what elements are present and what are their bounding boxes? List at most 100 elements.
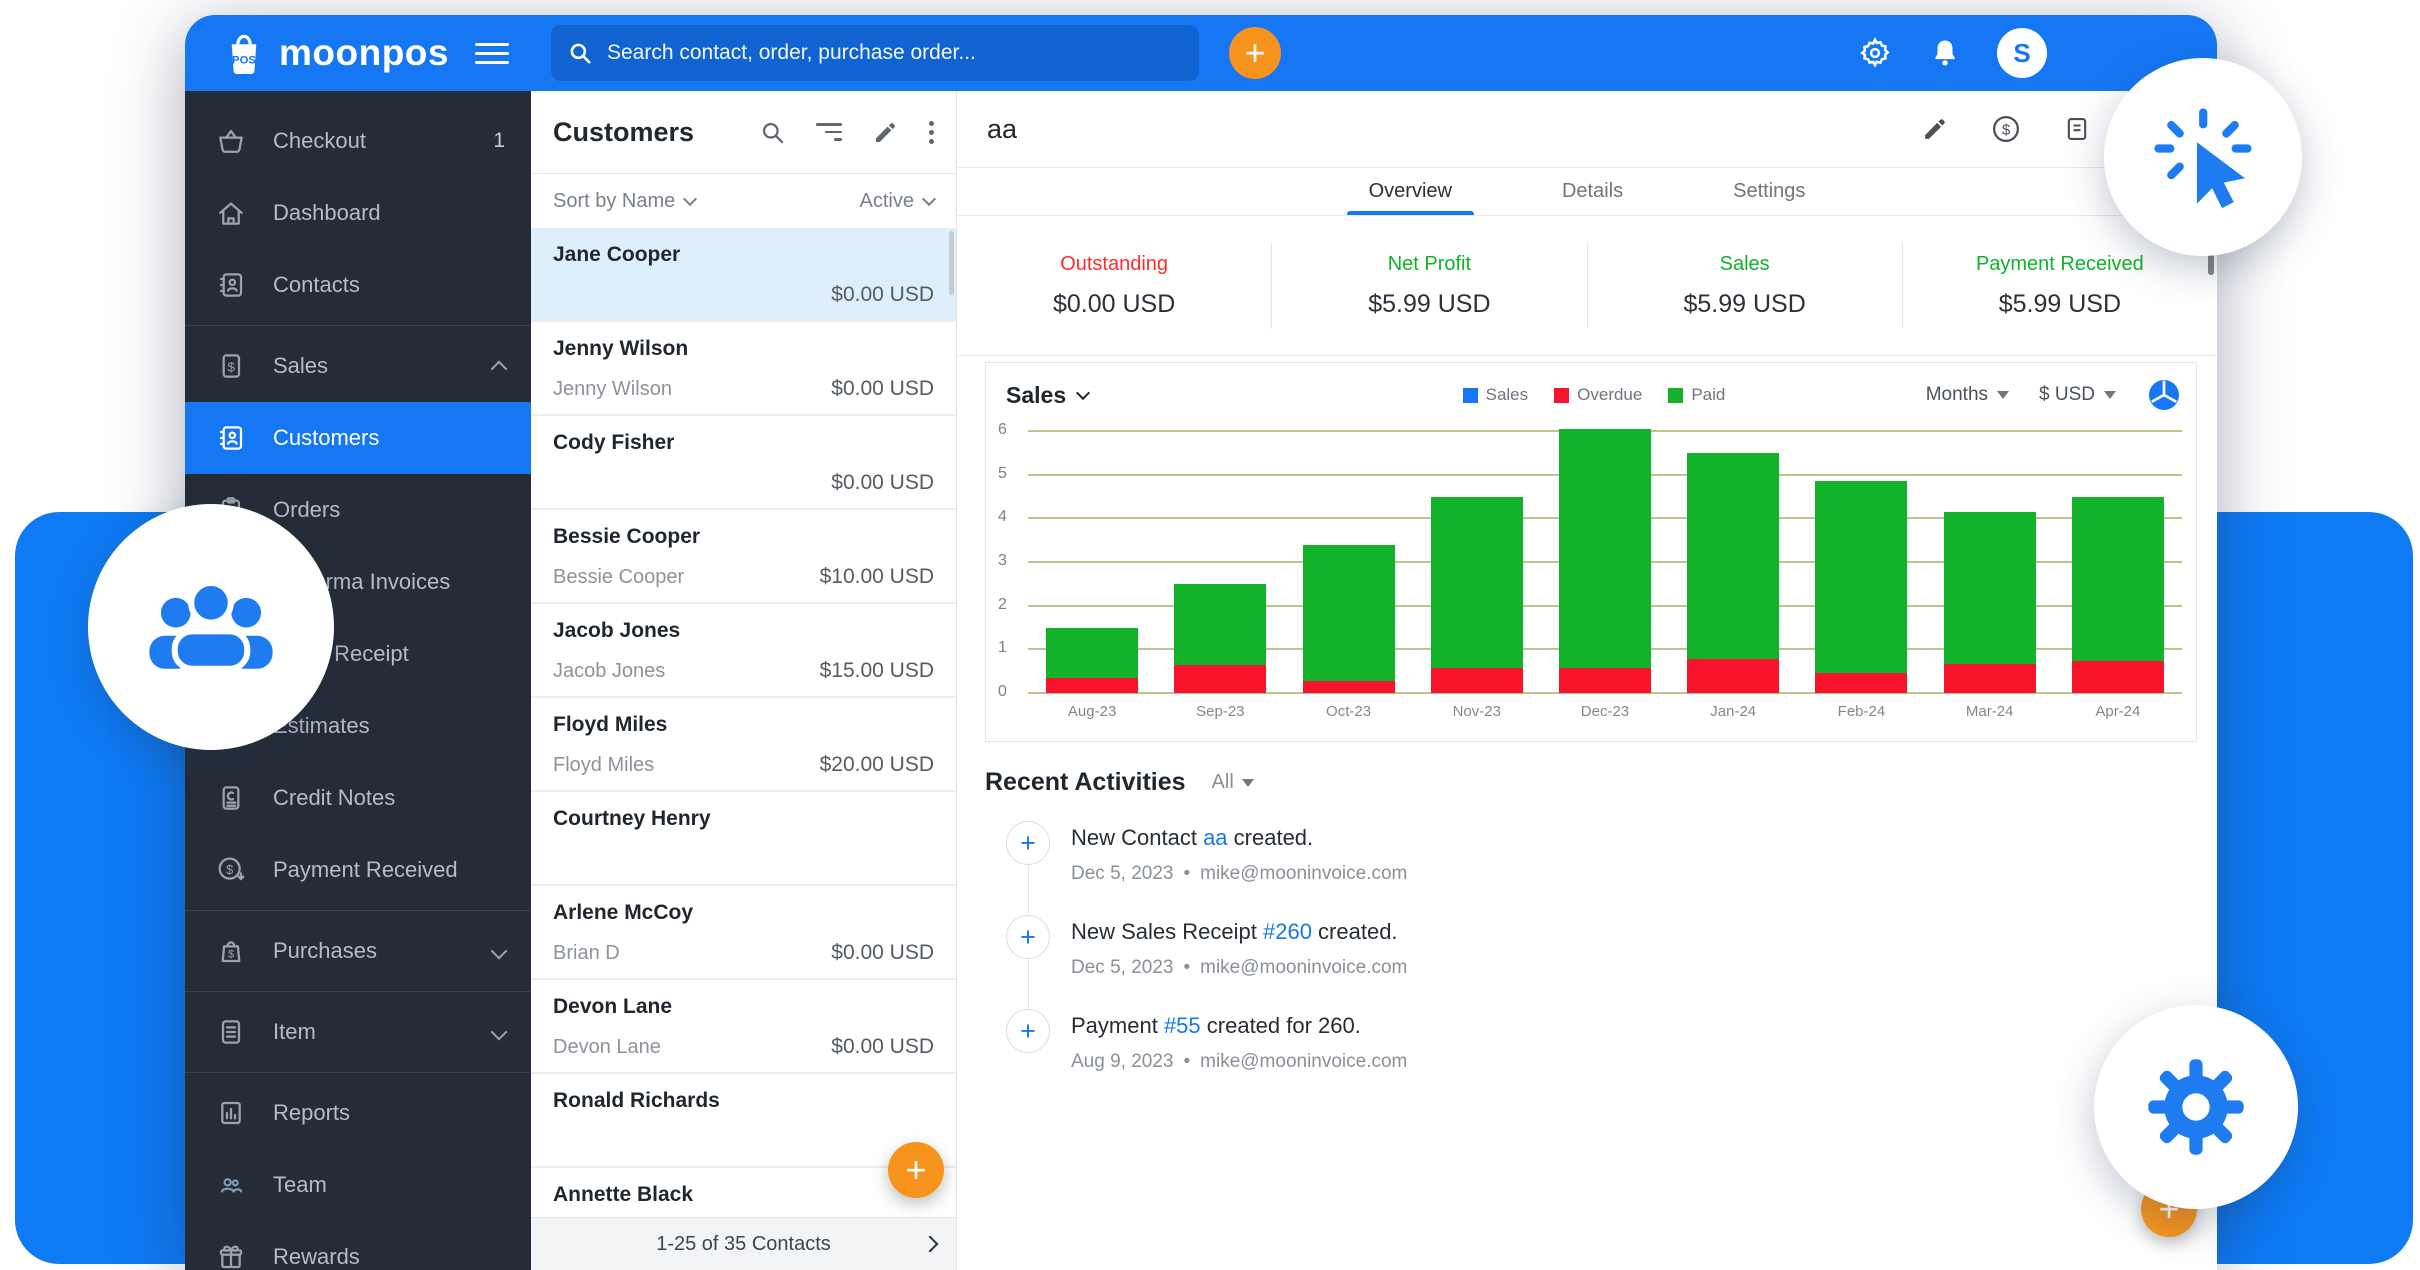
activity-title: New Contact aa created. [1071,825,1407,851]
stat-label: Payment Received [1903,253,2217,276]
customer-row[interactable]: Courtney Henry [531,792,956,886]
pos-bag-icon: POS [223,30,265,76]
legend-item-overdue[interactable]: Overdue [1554,385,1642,405]
stat-value: $5.99 USD [1903,290,2217,319]
home-icon [215,197,247,229]
customer-row[interactable]: Jenny WilsonJenny Wilson$0.00 USD [531,322,956,416]
activities-filter-dropdown[interactable]: All [1212,771,1254,794]
x-axis-label: Apr-24 [2054,703,2182,720]
svg-text:POS: POS [232,55,256,67]
pagination-bar[interactable]: 1-25 of 35 Contacts [531,1217,956,1270]
stacked-bar [1944,512,2036,693]
more-options-icon[interactable] [929,117,934,148]
paid-segment [1559,429,1651,668]
list-search-icon[interactable] [759,119,786,146]
stacked-bar [1815,481,1907,693]
legend-swatch [1463,388,1478,403]
global-search[interactable] [551,25,1199,81]
app-title: moonpos [279,32,449,74]
paid-segment [1431,497,1523,669]
activity-plus-icon[interactable]: + [1006,915,1050,959]
activity-title: New Sales Receipt #260 created. [1071,919,1407,945]
gear-overlay-circle [2094,1005,2298,1209]
sidebar-item-team[interactable]: Team [185,1149,531,1221]
chart-type-dropdown[interactable]: Sales [1006,382,1088,409]
sidebar-item-credit-notes[interactable]: Credit Notes [185,762,531,834]
user-avatar[interactable]: S [1997,28,2047,78]
sidebar-item-label: Dashboard [273,200,381,226]
activity-link[interactable]: aa [1203,825,1227,850]
sidebar-divider [185,991,531,992]
sort-dropdown[interactable]: Sort by Name [553,190,695,213]
customer-name: Cody Fisher [553,431,934,455]
payment-received-icon: $ [215,854,247,886]
stat-outstanding: Outstanding$0.00 USD [957,243,1271,329]
customer-name: Devon Lane [553,995,934,1019]
status-filter-dropdown[interactable]: Active [860,190,934,213]
statement-icon[interactable] [2063,115,2091,143]
activity-plus-icon[interactable]: + [1006,821,1050,865]
activity-link[interactable]: #55 [1164,1013,1201,1038]
y-axis-tick: 4 [998,508,1018,526]
customer-name: Floyd Miles [553,713,934,737]
customer-row[interactable]: Jacob JonesJacob Jones$15.00 USD [531,604,956,698]
edit-pencil-icon[interactable] [872,119,899,146]
customer-row[interactable]: Cody Fisher$0.00 USD [531,416,956,510]
sidebar-item-rewards[interactable]: Rewards [185,1221,531,1270]
activity-email: mike@mooninvoice.com [1200,1051,1407,1072]
tab-details[interactable]: Details [1554,168,1631,215]
legend-item-sales[interactable]: Sales [1463,385,1529,405]
search-input[interactable] [605,40,1183,66]
paid-segment [1944,512,2036,664]
overdue-segment [1559,668,1651,693]
team-icon [215,1169,247,1201]
sidebar-item-item[interactable]: Item [185,996,531,1068]
sidebar-item-payment-received[interactable]: $Payment Received [185,834,531,906]
customer-row[interactable]: Bessie CooperBessie Cooper$10.00 USD [531,510,956,604]
sidebar-item-checkout[interactable]: Checkout1 [185,105,531,177]
add-customer-fab[interactable]: + [888,1142,944,1198]
app-window: POS moonpos + S Checkout1 Dashboard Contac… [185,15,2217,1270]
activity-link[interactable]: #260 [1263,919,1312,944]
customer-row[interactable]: Floyd MilesFloyd Miles$20.00 USD [531,698,956,792]
stat-label: Outstanding [957,253,1271,276]
notifications-bell-icon[interactable] [1929,37,1961,69]
customer-row[interactable]: Arlene McCoyBrian D$0.00 USD [531,886,956,980]
reports-icon [215,1097,247,1129]
top-header: POS moonpos + S [185,15,2217,91]
paid-segment [1174,584,1266,665]
legend-swatch [1668,388,1683,403]
period-dropdown[interactable]: Months [1926,384,2009,406]
tab-overview[interactable]: Overview [1361,168,1460,215]
legend-item-paid[interactable]: Paid [1668,385,1725,405]
people-group-icon [145,572,277,682]
tab-settings[interactable]: Settings [1725,168,1813,215]
sidebar-item-reports[interactable]: Reports [185,1077,531,1149]
overdue-segment [1174,665,1266,693]
sidebar-item-contacts[interactable]: Contacts [185,249,531,321]
chart-x-labels: Aug-23Sep-23Oct-23Nov-23Dec-23Jan-24Feb-… [1028,703,2182,720]
customer-name: Annette Black [553,1183,934,1207]
filter-icon[interactable] [816,118,842,146]
stat-net-profit: Net Profit$5.99 USD [1271,243,1586,329]
list-scrollbar[interactable] [949,231,954,295]
sidebar-item-dashboard[interactable]: Dashboard [185,177,531,249]
settings-gear-icon[interactable] [1857,35,1893,71]
pie-chart-toggle-icon[interactable] [2146,377,2182,413]
activity-date: Dec 5, 2023 [1071,863,1173,884]
customer-row[interactable]: Devon LaneDevon Lane$0.00 USD [531,980,956,1074]
dollar-circle-icon[interactable]: $ [1991,114,2021,144]
sidebar-item-purchases[interactable]: $Purchases [185,915,531,987]
currency-dropdown[interactable]: $ USD [2039,384,2116,406]
hamburger-menu-icon[interactable] [475,37,509,70]
activity-meta: Dec 5, 2023•mike@mooninvoice.com [1071,863,1407,885]
customer-row[interactable]: Jane Cooper$0.00 USD [531,228,956,322]
sidebar-item-sales[interactable]: $Sales [185,330,531,402]
next-page-chevron-icon[interactable] [922,1236,939,1253]
activity-plus-icon[interactable]: + [1006,1009,1050,1053]
contact-edit-pencil-icon[interactable] [1921,115,1949,143]
x-axis-label: Dec-23 [1541,703,1669,720]
quick-add-button[interactable]: + [1229,27,1281,79]
sidebar-item-customers[interactable]: Customers [185,402,531,474]
legend-label: Paid [1691,385,1725,405]
